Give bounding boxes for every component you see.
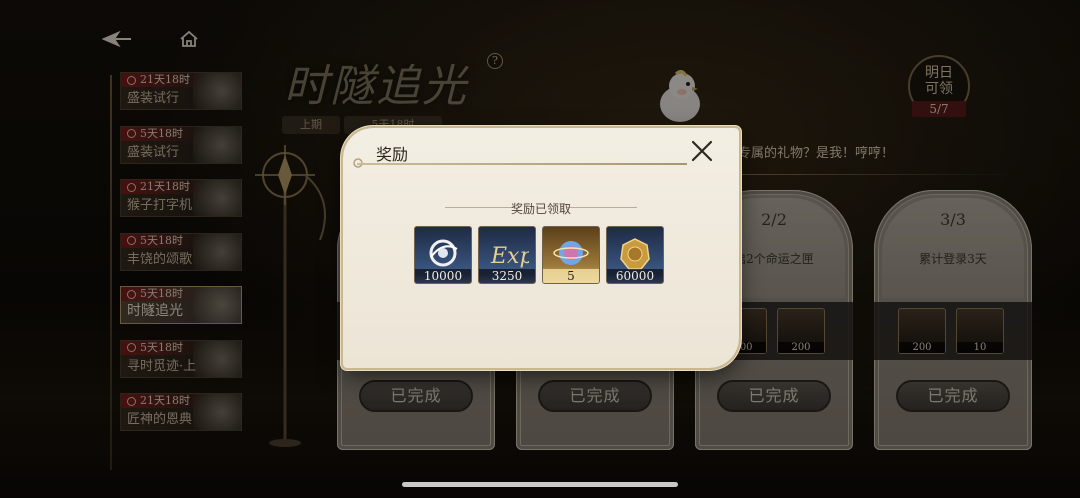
dialog-title-divider — [357, 163, 687, 165]
reward-quantity: 3250 — [479, 269, 535, 283]
reward-quantity: 60000 — [607, 269, 663, 283]
reward-item[interactable]: 60000 — [606, 226, 664, 284]
reward-item[interactable]: 10000 — [414, 226, 472, 284]
reward-dialog: 奖励 奖励已领取 10000 Exp 3250 5 — [343, 128, 739, 368]
close-icon[interactable] — [689, 138, 715, 164]
reward-quantity: 10000 — [415, 269, 471, 283]
reward-item[interactable]: 5 — [542, 226, 600, 284]
reward-quantity: 5 — [543, 269, 599, 283]
game-screen: 21天18时 盛装试行 5天18时 盛装试行 21天18时 猴子打字机 5天18时 丰饶的颂歌… — [0, 0, 1080, 498]
svg-text:Exp: Exp — [490, 244, 529, 269]
dialog-subtitle: 奖励已领取 — [510, 202, 571, 216]
dialog-title: 奖励 — [376, 145, 409, 164]
reward-item[interactable]: Exp 3250 — [478, 226, 536, 284]
home-indicator[interactable] — [402, 482, 678, 487]
